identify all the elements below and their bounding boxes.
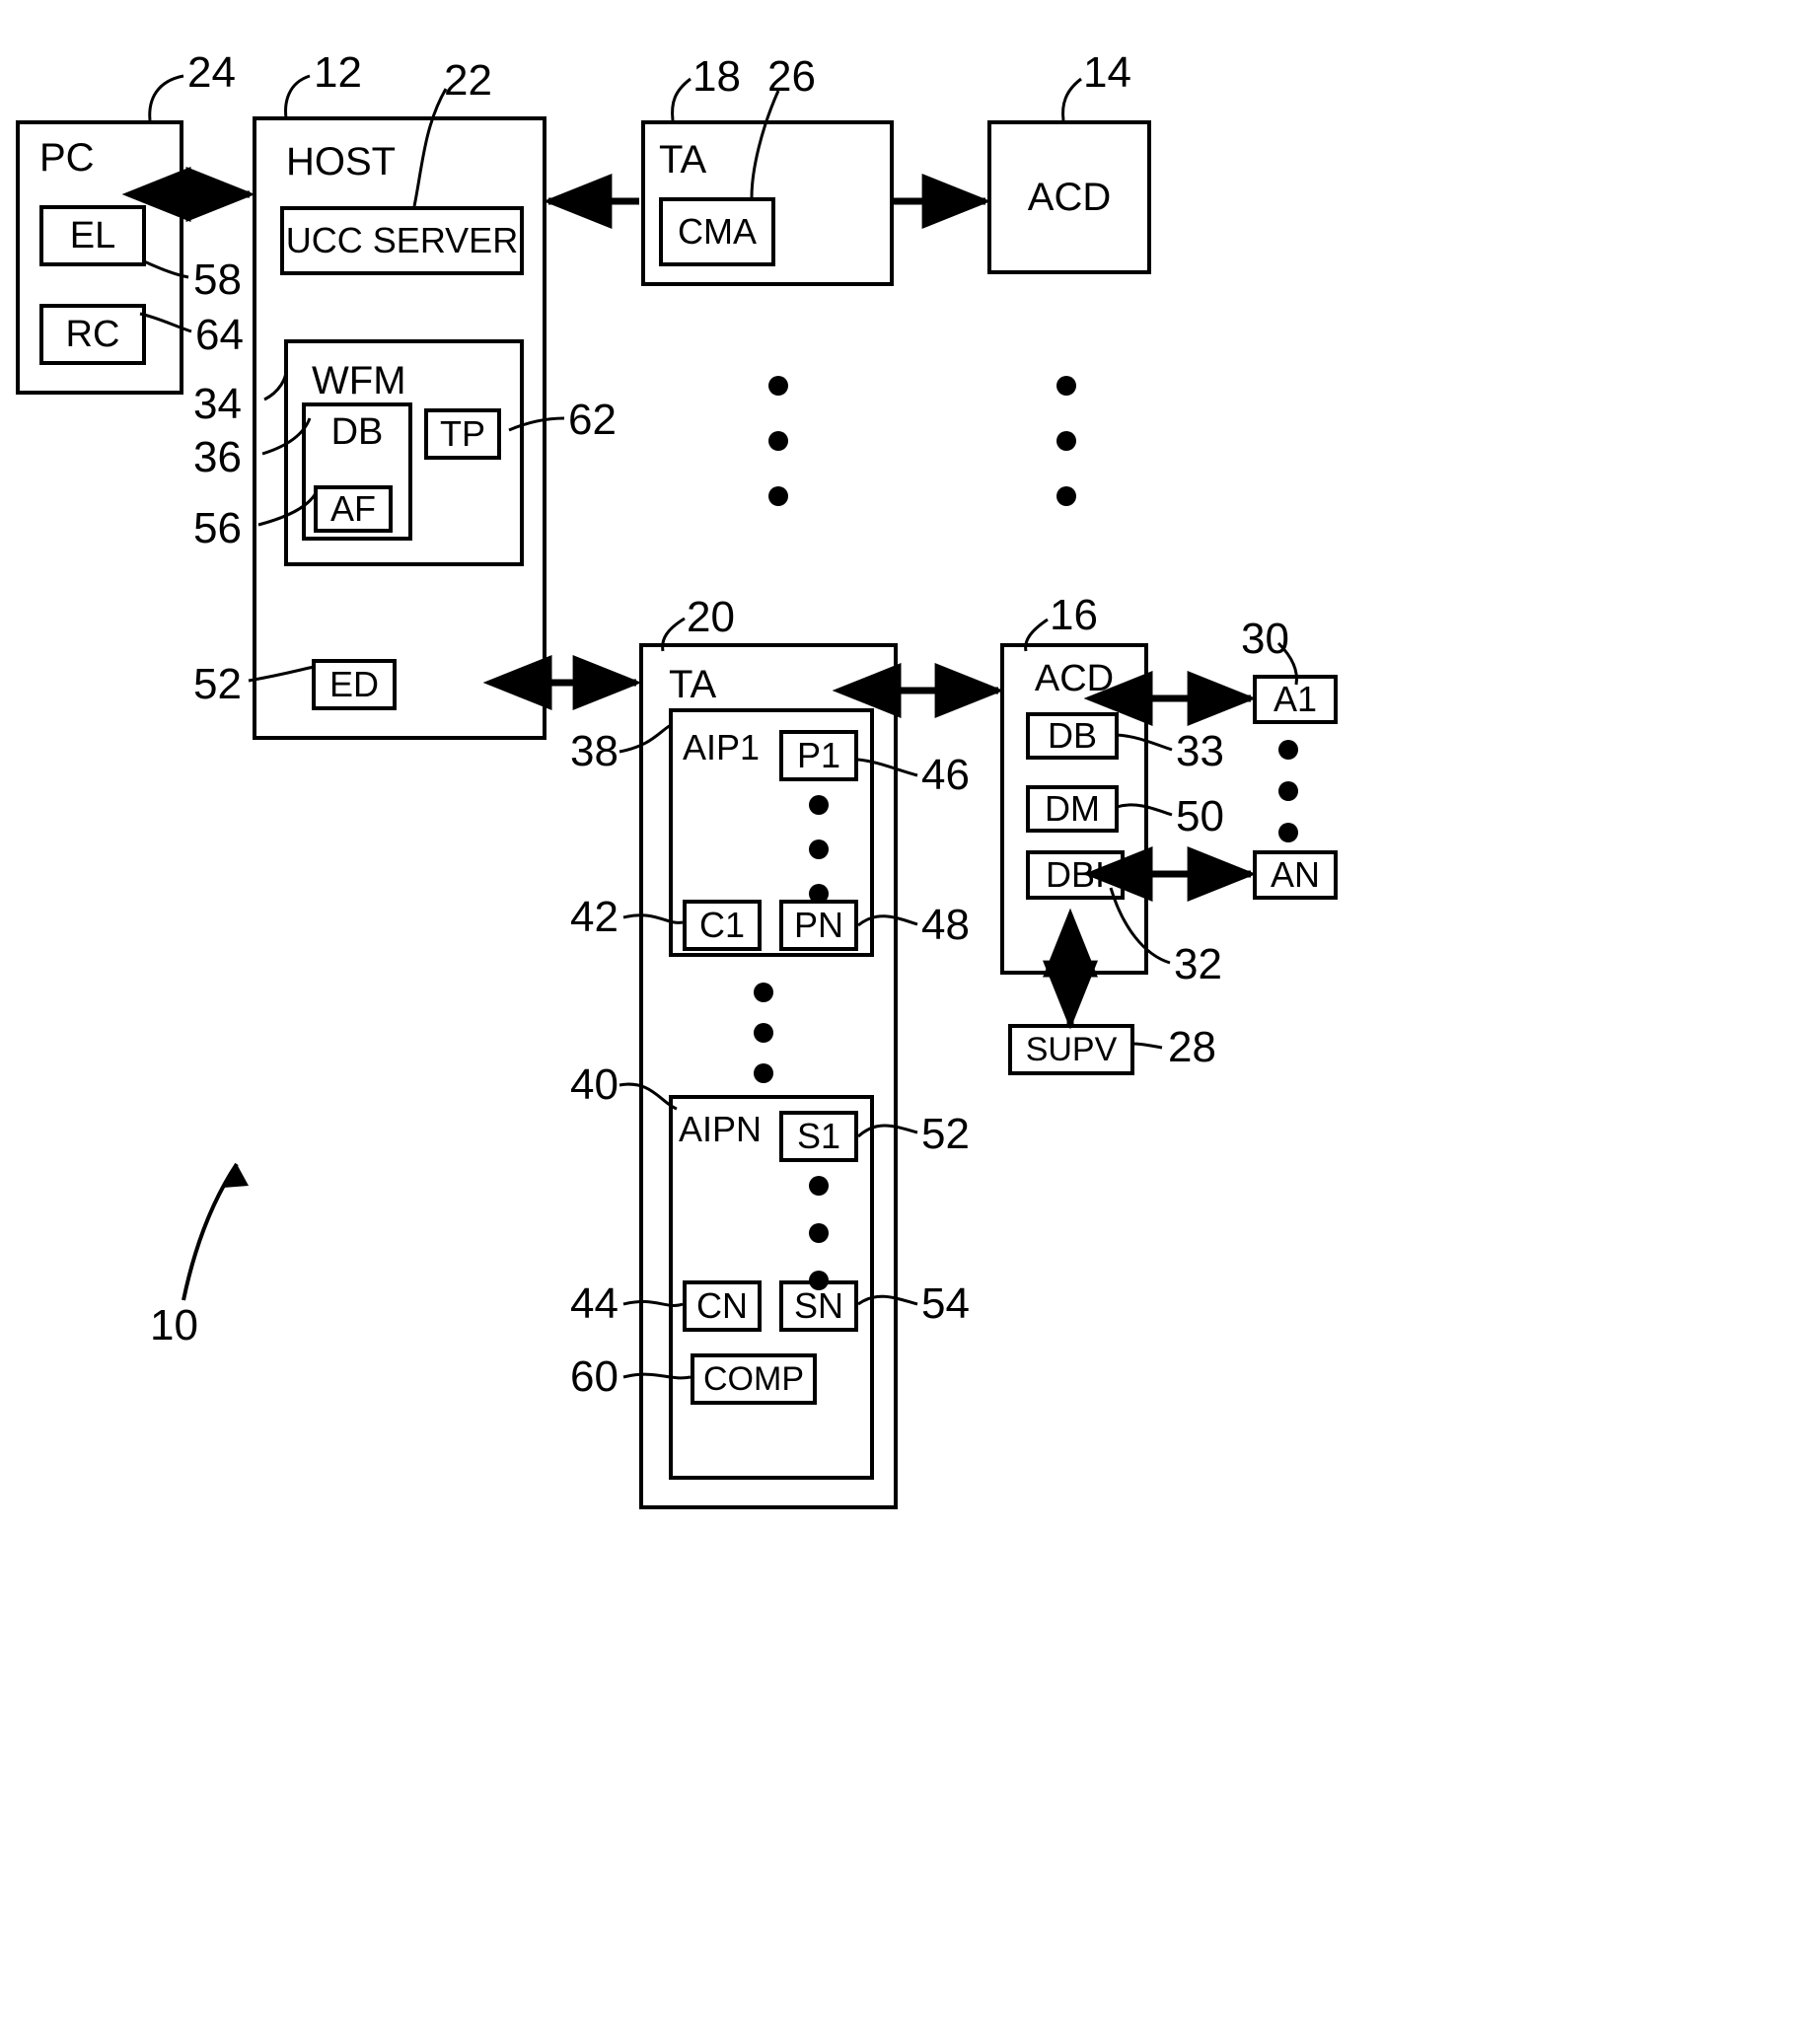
acd-main-label: ACD [1034, 657, 1115, 699]
ref-54: 54 [921, 1279, 970, 1328]
figure-canvas: PC EL RC HOST UCC SERVER WFM DB AF TP ED… [0, 0, 1820, 2042]
leader-14 [1061, 77, 1082, 121]
ref-58: 58 [193, 255, 242, 304]
dm-label: DM [1045, 788, 1100, 829]
dbi-label: DBI [1045, 854, 1105, 895]
c1-label: C1 [698, 905, 746, 945]
ref-50: 50 [1176, 792, 1224, 840]
pc-label: PC [39, 136, 95, 180]
host-label: HOST [286, 140, 397, 183]
ellipsis-dot [768, 431, 788, 451]
ucc-server-label: UCC SERVER [285, 220, 519, 260]
ref-16: 16 [1050, 591, 1098, 639]
ref-26: 26 [767, 52, 816, 101]
wfm-label: WFM [312, 359, 406, 402]
ref-28: 28 [1168, 1023, 1216, 1071]
ta-bottom-label: TA [669, 663, 717, 706]
ref-18: 18 [692, 52, 741, 101]
ref-32: 32 [1174, 940, 1222, 988]
ellipsis-dot [1278, 740, 1298, 760]
ref-44: 44 [570, 1279, 619, 1328]
s1-label: S1 [796, 1116, 841, 1156]
ellipsis-dot [1056, 431, 1076, 451]
el-label: EL [69, 214, 116, 256]
ellipsis-dot [1278, 823, 1298, 842]
ellipsis-dot [809, 1223, 829, 1243]
db-acd-label: DB [1047, 715, 1097, 756]
ref-62: 62 [568, 396, 617, 444]
ref-24: 24 [187, 48, 236, 97]
ref-52-s1: 52 [921, 1110, 970, 1158]
ed-label: ED [328, 664, 379, 704]
db-wfm-label: DB [330, 410, 384, 453]
ref-30: 30 [1241, 615, 1289, 663]
acd-top-label: ACD [1027, 175, 1112, 219]
tp-label: TP [439, 413, 485, 454]
pn-label: PN [793, 905, 843, 945]
ellipsis-dot [809, 1176, 829, 1196]
ref-22: 22 [444, 56, 492, 105]
aipn-label: AIPN [679, 1109, 763, 1149]
figure-pointer-head [223, 1164, 249, 1188]
figure-pointer-10 [182, 1162, 239, 1301]
ref-42: 42 [570, 893, 619, 941]
leader-18 [671, 77, 692, 121]
ref-36: 36 [193, 433, 242, 481]
ref-52-ed: 52 [193, 660, 242, 708]
ref-48: 48 [921, 901, 970, 949]
supv-label: SUPV [1025, 1030, 1118, 1068]
ellipsis-dot [809, 839, 829, 859]
ta-top-label: TA [659, 138, 707, 182]
ellipsis-dot [754, 983, 773, 1002]
an-label: AN [1270, 854, 1320, 895]
p1-label: P1 [796, 735, 841, 775]
ellipsis-dot [768, 486, 788, 506]
ref-60: 60 [570, 1352, 619, 1401]
leader-24 [148, 74, 184, 121]
ellipsis-dot [809, 795, 829, 815]
af-label: AF [329, 488, 376, 529]
rc-label: RC [65, 313, 120, 355]
ref-20: 20 [687, 593, 735, 641]
ref-10: 10 [150, 1301, 198, 1349]
ellipsis-dot [1056, 376, 1076, 396]
aip1-label: AIP1 [683, 727, 761, 767]
ellipsis-dot [1278, 781, 1298, 801]
ellipsis-dot [754, 1063, 773, 1083]
ref-14: 14 [1083, 48, 1131, 97]
ellipsis-dot [754, 1023, 773, 1043]
ref-40: 40 [570, 1060, 619, 1109]
sn-label: SN [793, 1285, 843, 1326]
ref-12: 12 [314, 48, 362, 97]
ellipsis-dot [1056, 486, 1076, 506]
ref-33: 33 [1176, 727, 1224, 775]
ref-56: 56 [193, 504, 242, 552]
leader-28 [1131, 1042, 1163, 1050]
ellipsis-dot [768, 376, 788, 396]
comp-label: COMP [703, 1359, 804, 1398]
a1-label: A1 [1273, 679, 1318, 719]
ref-46: 46 [921, 751, 970, 799]
ref-38: 38 [570, 727, 619, 775]
leader-12 [284, 74, 311, 119]
cn-label: CN [696, 1285, 748, 1326]
cma-label: CMA [678, 211, 757, 252]
ref-34: 34 [193, 380, 242, 428]
ref-64: 64 [195, 311, 244, 359]
